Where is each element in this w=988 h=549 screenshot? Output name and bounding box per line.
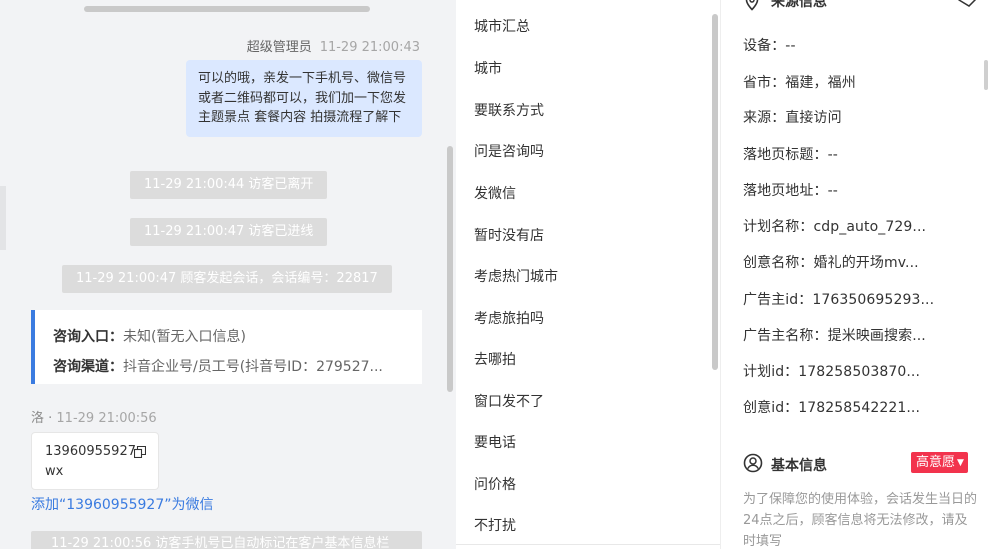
tag-icon[interactable] xyxy=(957,0,977,8)
consult-entry-row: 咨询入口：未知(暂无入口信息) xyxy=(53,322,422,352)
location-pin-icon xyxy=(745,0,759,11)
plan-id: 计划id：178258503870... xyxy=(743,364,921,380)
agent-message-bubble: 可以的哦，亲发一下手机号、微信号或者二维码都可以，我们加一下您发主题景点 套餐内… xyxy=(186,60,422,137)
system-message: 11-29 21:00:47 访客已进线 xyxy=(130,218,328,246)
source-channel: 来源：直接访问 xyxy=(743,110,842,126)
divider xyxy=(456,544,720,545)
copy-icon[interactable] xyxy=(134,446,146,458)
quick-reply-item[interactable]: 考虑热门城市 xyxy=(474,266,558,286)
consult-channel-label: 咨询渠道： xyxy=(53,359,123,375)
quick-reply-item[interactable]: 窗口发不了 xyxy=(474,391,544,411)
source-info-title: 来源信息 xyxy=(771,0,827,10)
chat-left-edge-handle xyxy=(0,186,6,250)
quick-reply-item[interactable]: 不打扰 xyxy=(474,515,516,535)
basic-info-note: 为了保障您的使用体验，会话发生当日的24点之后，顾客信息将无法修改，请及时填写 xyxy=(743,492,978,549)
agent-name: 超级管理员 xyxy=(246,40,312,55)
source-region: 省市：福建，福州 xyxy=(743,75,856,91)
customer-service-workspace: 超级管理员 11-29 21:00:43 可以的哦，亲发一下手机号、微信号或者二维… xyxy=(0,0,988,549)
quick-reply-item[interactable]: 发微信 xyxy=(474,183,516,203)
info-panel-scrollbar[interactable] xyxy=(984,60,988,90)
agent-message-time: 11-29 21:00:43 xyxy=(319,40,420,55)
intent-level-dropdown[interactable]: 高意愿 ▼ xyxy=(911,452,968,473)
basic-info-title: 基本信息 xyxy=(771,458,827,474)
system-message: 11-29 21:00:56 访客手机号已自动标记在客户基本信息栏 xyxy=(31,531,422,549)
quick-reply-item[interactable]: 城市 xyxy=(474,58,502,78)
system-message: 11-29 21:00:47 顾客发起会话，会话编号：22817 xyxy=(62,265,392,293)
user-icon xyxy=(743,453,763,473)
visitor-message-text: wx xyxy=(45,464,64,479)
visitor-name: 洛 · xyxy=(31,411,53,426)
consult-entry-value: 未知(暂无入口信息) xyxy=(123,329,246,345)
visitor-message-bubble: 13960955927 wx xyxy=(31,432,159,490)
source-info-header: 来源信息 xyxy=(721,0,988,12)
add-wechat-link[interactable]: 添加“13960955927”为微信 xyxy=(31,494,214,514)
quick-reply-scrollbar[interactable] xyxy=(712,14,718,370)
caret-down-icon: ▼ xyxy=(957,458,964,468)
quick-reply-item[interactable]: 问价格 xyxy=(474,474,516,494)
quick-reply-item[interactable]: 要电话 xyxy=(474,432,516,452)
consult-channel-value: 抖音企业号/员工号(抖音号ID：279527... xyxy=(123,359,383,375)
quick-reply-item[interactable]: 要联系方式 xyxy=(474,100,544,120)
customer-info-panel: 来源信息 设备：-- 省市：福建，福州 来源：直接访问 落地页标题：-- 落地页… xyxy=(720,0,988,549)
visitor-message-time: 11-29 21:00:56 xyxy=(56,411,157,426)
creative-id: 创意id：178258542221... xyxy=(743,400,921,416)
advertiser-name: 广告主名称：提米映画搜索... xyxy=(743,328,926,344)
quick-reply-item[interactable]: 暂时没有店 xyxy=(474,225,544,245)
landing-page-title: 落地页标题：-- xyxy=(743,147,838,163)
intent-level-label: 高意愿 xyxy=(916,455,956,470)
agent-message-meta: 超级管理员 11-29 21:00:43 xyxy=(247,36,420,55)
quick-reply-item[interactable]: 问是咨询吗 xyxy=(474,141,544,161)
consult-entry-label: 咨询入口： xyxy=(53,329,123,345)
landing-page-url: 落地页地址：-- xyxy=(743,183,838,199)
system-message: 11-29 21:00:44 访客已离开 xyxy=(130,171,328,199)
plan-name: 计划名称：cdp_auto_729... xyxy=(743,219,927,235)
quick-reply-item[interactable]: 城市汇总 xyxy=(474,16,530,36)
visitor-message-meta: 洛 · 11-29 21:00:56 xyxy=(31,407,157,426)
creative-name: 创意名称：婚礼的开场mv... xyxy=(743,255,919,271)
quick-reply-item[interactable]: 考虑旅拍吗 xyxy=(474,308,544,328)
quick-reply-item[interactable]: 去哪拍 xyxy=(474,349,516,369)
quick-reply-panel: 城市汇总 城市 要联系方式 问是咨询吗 发微信 暂时没有店 考虑热门城市 考虑旅… xyxy=(456,0,720,549)
source-device: 设备：-- xyxy=(743,38,796,54)
chat-panel[interactable]: 超级管理员 11-29 21:00:43 可以的哦，亲发一下手机号、微信号或者二维… xyxy=(0,0,456,549)
consult-channel-row: 咨询渠道：抖音企业号/员工号(抖音号ID：279527... xyxy=(53,352,422,382)
chat-vertical-scrollbar[interactable] xyxy=(447,146,453,392)
advertiser-id: 广告主id：176350695293... xyxy=(743,292,935,308)
consult-info-card: 咨询入口：未知(暂无入口信息) 咨询渠道：抖音企业号/员工号(抖音号ID：279… xyxy=(31,310,422,384)
chat-horizontal-scrollbar[interactable] xyxy=(84,6,370,12)
